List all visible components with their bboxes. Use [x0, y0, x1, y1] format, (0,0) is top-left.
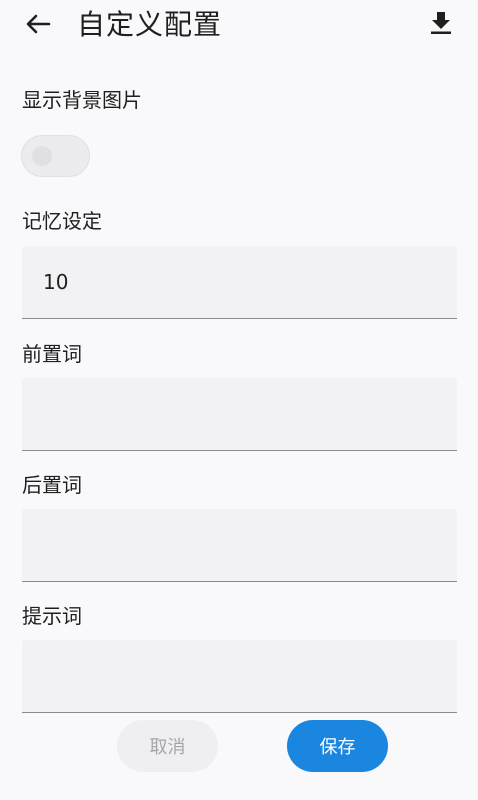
back-button[interactable]: [20, 9, 56, 43]
prefix-input[interactable]: [22, 378, 457, 451]
prompt-input[interactable]: [22, 640, 457, 713]
memory-input[interactable]: 10: [22, 246, 457, 319]
memory-input-value: 10: [43, 270, 69, 294]
custom-config-page: 自定义配置 显示背景图片 记忆设定 10 前置词 后置词 提示词 取消 保存: [0, 0, 478, 800]
prompt-label: 提示词: [22, 604, 82, 628]
toggle-knob: [32, 146, 52, 166]
page-title: 自定义配置: [77, 8, 223, 41]
memory-label: 记忆设定: [22, 209, 102, 233]
cancel-button[interactable]: 取消: [117, 720, 218, 772]
download-icon: [430, 11, 452, 39]
prefix-label: 前置词: [22, 342, 82, 366]
suffix-input[interactable]: [22, 509, 457, 582]
download-button[interactable]: [425, 9, 457, 41]
app-bar: 自定义配置: [0, 0, 478, 52]
arrow-back-icon: [25, 13, 51, 39]
suffix-label: 后置词: [22, 473, 82, 497]
show-background-toggle[interactable]: [21, 135, 90, 177]
show-background-label: 显示背景图片: [22, 88, 142, 112]
save-button[interactable]: 保存: [287, 720, 388, 772]
